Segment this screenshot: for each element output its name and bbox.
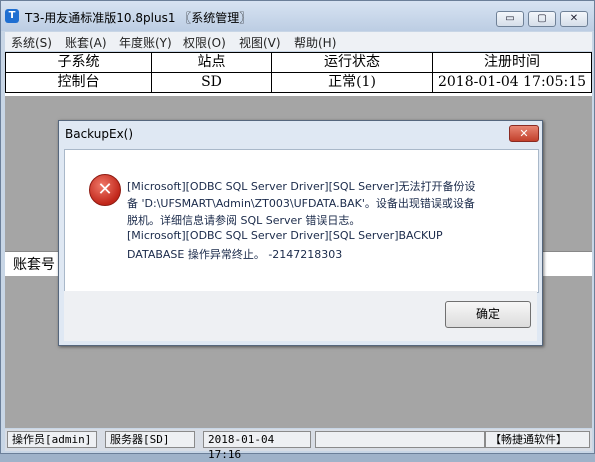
error-message-line: 备 'D:\UFSMART\Admin\ZT003\UFDATA.BAK'。设备… [127, 197, 475, 210]
table-row[interactable]: 控制台 SD 正常(1) 2018-01-04 17:05:15 [5, 72, 592, 93]
dialog-message-area: ✕ [Microsoft][ODBC SQL Server Driver][SQ… [64, 149, 539, 293]
close-button[interactable]: ✕ [560, 11, 588, 27]
table-cell: 控制台 [5, 72, 152, 93]
dialog-close-button[interactable]: ✕ [509, 125, 539, 142]
status-empty [315, 431, 485, 448]
menu-account[interactable]: 账套(A) [65, 34, 107, 51]
menu-system[interactable]: 系统(S) [11, 34, 52, 51]
column-header[interactable]: 子系统 [5, 52, 152, 73]
dialog-title: BackupEx() [65, 127, 134, 141]
error-icon: ✕ [89, 174, 121, 206]
menu-permission[interactable]: 权限(O) [183, 34, 226, 51]
error-message-line: DATABASE 操作异常终止。 -2147218303 [127, 248, 343, 261]
error-dialog: BackupEx() ✕ ✕ [Microsoft][ODBC SQL Serv… [58, 120, 543, 346]
table-header-row: 子系统 站点 运行状态 注册时间 [5, 52, 592, 73]
status-server: 服务器[SD] [105, 431, 195, 448]
window-title: T3-用友通标准版10.8plus1 〖系统管理〗 [25, 11, 252, 25]
table-cell: 正常(1) [271, 72, 433, 93]
table-cell: SD [151, 72, 272, 93]
table-cell: 2018-01-04 17:05:15 [432, 72, 592, 93]
status-bar: 操作员[admin] 服务器[SD] 2018-01-04 17:16 【畅捷通… [5, 429, 592, 461]
app-icon: T [5, 9, 19, 23]
error-message-line: [Microsoft][ODBC SQL Server Driver][SQL … [127, 229, 443, 242]
status-brand: 【畅捷通软件】 [485, 431, 590, 448]
column-header[interactable]: 注册时间 [432, 52, 592, 73]
error-message-line: 脱机。详细信息请参阅 SQL Server 错误日志。 [127, 214, 361, 227]
error-message-line: [Microsoft][ODBC SQL Server Driver][SQL … [127, 180, 476, 193]
minimize-button[interactable]: ▭ [496, 11, 524, 27]
column-header[interactable]: 站点 [151, 52, 272, 73]
maximize-button[interactable]: ▢ [528, 11, 556, 27]
dialog-footer: 确定 [64, 291, 537, 341]
menu-help[interactable]: 帮助(H) [294, 34, 336, 51]
status-operator: 操作员[admin] [7, 431, 97, 448]
title-bar[interactable]: T T3-用友通标准版10.8plus1 〖系统管理〗 ▭ ▢ ✕ [1, 1, 594, 31]
column-header[interactable]: 运行状态 [271, 52, 433, 73]
menu-view[interactable]: 视图(V) [239, 34, 281, 51]
menu-bar: 系统(S) 账套(A) 年度账(Y) 权限(O) 视图(V) 帮助(H) [5, 32, 592, 51]
subsystem-table: 子系统 站点 运行状态 注册时间 控制台 SD 正常(1) 2018-01-04… [5, 52, 592, 96]
status-datetime: 2018-01-04 17:16 [203, 431, 311, 461]
ok-button[interactable]: 确定 [445, 301, 531, 328]
menu-year-account[interactable]: 年度账(Y) [119, 34, 172, 51]
account-number-header[interactable]: 账套号 [13, 254, 55, 274]
